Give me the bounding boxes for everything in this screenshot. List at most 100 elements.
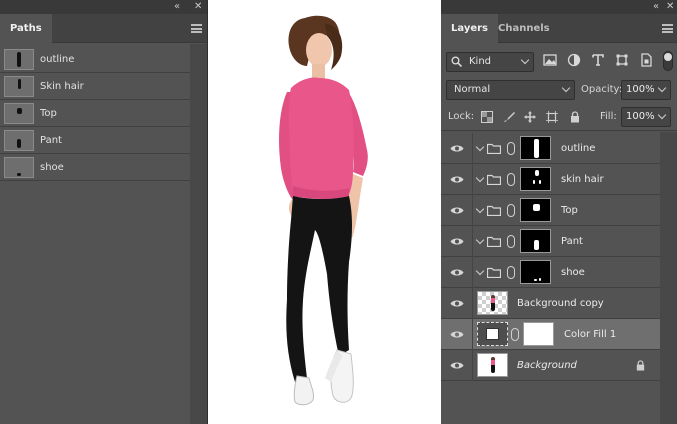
lock-label: Lock: [448,111,475,122]
path-thumbnail [4,76,34,97]
expand-group-chevron-icon[interactable] [475,235,485,245]
layer-mask-thumbnail[interactable] [523,322,554,346]
layer-row-outline[interactable]: outline [441,133,660,164]
layer-row-color-fill-1[interactable]: Color Fill 1 [441,319,660,350]
tab-channels[interactable]: Channels [498,14,550,43]
fill-value: 100% [626,111,655,122]
lock-icon [636,360,645,371]
paths-scrollbar[interactable] [190,44,207,424]
vector-mask-thumbnail[interactable] [520,167,551,191]
collapse-panel-button[interactable]: « [653,1,659,13]
path-item-pant[interactable]: Pant [0,127,190,154]
layer-thumbnail[interactable] [477,353,508,377]
mask-link-icon[interactable] [507,142,515,155]
path-item-skin-hair[interactable]: Skin hair [0,73,190,100]
layers-panel-topbar: « ✕ [441,0,677,14]
folder-icon [487,205,501,216]
blend-mode-value: Normal [454,84,491,95]
layer-thumbnail[interactable] [477,291,508,315]
path-item-label: outline [40,54,75,65]
fill-label: Fill: [600,111,617,122]
lock-transparent-pixels-icon[interactable] [481,111,493,123]
collapse-panel-button[interactable]: « [174,1,180,13]
visibility-eye-icon[interactable] [450,361,464,370]
mask-link-icon[interactable] [511,328,519,341]
path-item-top[interactable]: Top [0,100,190,127]
chevron-down-icon [657,110,667,120]
visibility-eye-icon[interactable] [450,268,464,277]
paths-tab-row: Paths [0,14,207,43]
path-item-label: Top [40,108,57,119]
path-item-label: Skin hair [40,81,84,92]
path-thumbnail [4,157,34,178]
path-thumbnail [4,130,34,151]
canvas-border [207,0,208,424]
search-icon [451,56,462,67]
document-canvas[interactable] [207,0,441,424]
type-layer-filter-icon[interactable] [591,53,605,67]
mask-link-icon[interactable] [507,266,515,279]
expand-group-chevron-icon[interactable] [475,204,485,214]
panel-menu-icon[interactable] [662,24,673,33]
close-panel-button[interactable]: ✕ [666,1,674,13]
layer-filter-row: Kind [441,44,677,77]
pixel-layer-filter-icon[interactable] [543,53,557,67]
path-item-shoe[interactable]: shoe [0,154,190,181]
layer-name: skin hair [561,174,604,185]
tab-paths[interactable]: Paths [0,14,52,43]
opacity-label: Opacity: [581,84,623,95]
panel-menu-icon[interactable] [191,24,202,33]
layers-scrollbar[interactable] [660,132,677,424]
layer-row-background-copy[interactable]: Background copy [441,288,660,319]
chevron-down-icon [561,83,571,93]
color-fill-thumbnail[interactable] [477,322,508,346]
expand-group-chevron-icon[interactable] [475,173,485,183]
visibility-eye-icon[interactable] [450,175,464,184]
path-thumbnail [4,49,34,70]
visibility-eye-icon[interactable] [450,144,464,153]
layer-row-background[interactable]: Background [441,350,660,381]
filter-kind-select[interactable]: Kind [446,52,534,72]
filter-toggle-switch[interactable] [663,51,673,71]
visibility-eye-icon[interactable] [450,206,464,215]
expand-group-chevron-icon[interactable] [475,266,485,276]
opacity-input[interactable]: 100% [621,80,671,100]
layer-row-pant[interactable]: Pant [441,226,660,257]
folder-icon [487,143,501,154]
vector-mask-thumbnail[interactable] [520,136,551,160]
adjustment-layer-filter-icon[interactable] [567,53,581,67]
expand-group-chevron-icon[interactable] [475,142,485,152]
mask-link-icon[interactable] [507,173,515,186]
lock-image-pixels-icon[interactable] [503,111,515,123]
layer-name: shoe [561,267,585,278]
layer-name: Background [517,360,577,371]
chevron-down-icon [657,83,667,93]
shape-layer-filter-icon[interactable] [615,53,629,67]
filter-kind-label: Kind [469,56,492,67]
lock-artboard-icon[interactable] [546,111,558,123]
fill-input[interactable]: 100% [621,107,671,127]
lock-all-icon[interactable] [569,111,581,123]
canvas-photo [279,15,368,406]
close-panel-button[interactable]: ✕ [194,1,202,13]
mask-link-icon[interactable] [507,204,515,217]
path-item-outline[interactable]: outline [0,46,190,73]
lock-position-icon[interactable] [524,111,536,123]
smart-object-filter-icon[interactable] [639,53,653,67]
tab-layers[interactable]: Layers [441,14,498,43]
visibility-eye-icon[interactable] [450,299,464,308]
paths-panel: « ✕ Paths outline Skin hair Top Pant sho… [0,0,207,424]
vector-mask-thumbnail[interactable] [520,260,551,284]
blend-mode-select[interactable]: Normal [446,80,575,100]
mask-link-icon[interactable] [507,235,515,248]
layer-name: Pant [561,236,583,247]
layer-row-shoe[interactable]: shoe [441,257,660,288]
layer-row-skin-hair[interactable]: skin hair [441,164,660,195]
layer-name: Top [561,205,578,216]
vector-mask-thumbnail[interactable] [520,198,551,222]
folder-icon [487,267,501,278]
visibility-eye-icon[interactable] [450,237,464,246]
visibility-eye-icon[interactable] [450,330,464,339]
vector-mask-thumbnail[interactable] [520,229,551,253]
layer-row-top[interactable]: Top [441,195,660,226]
